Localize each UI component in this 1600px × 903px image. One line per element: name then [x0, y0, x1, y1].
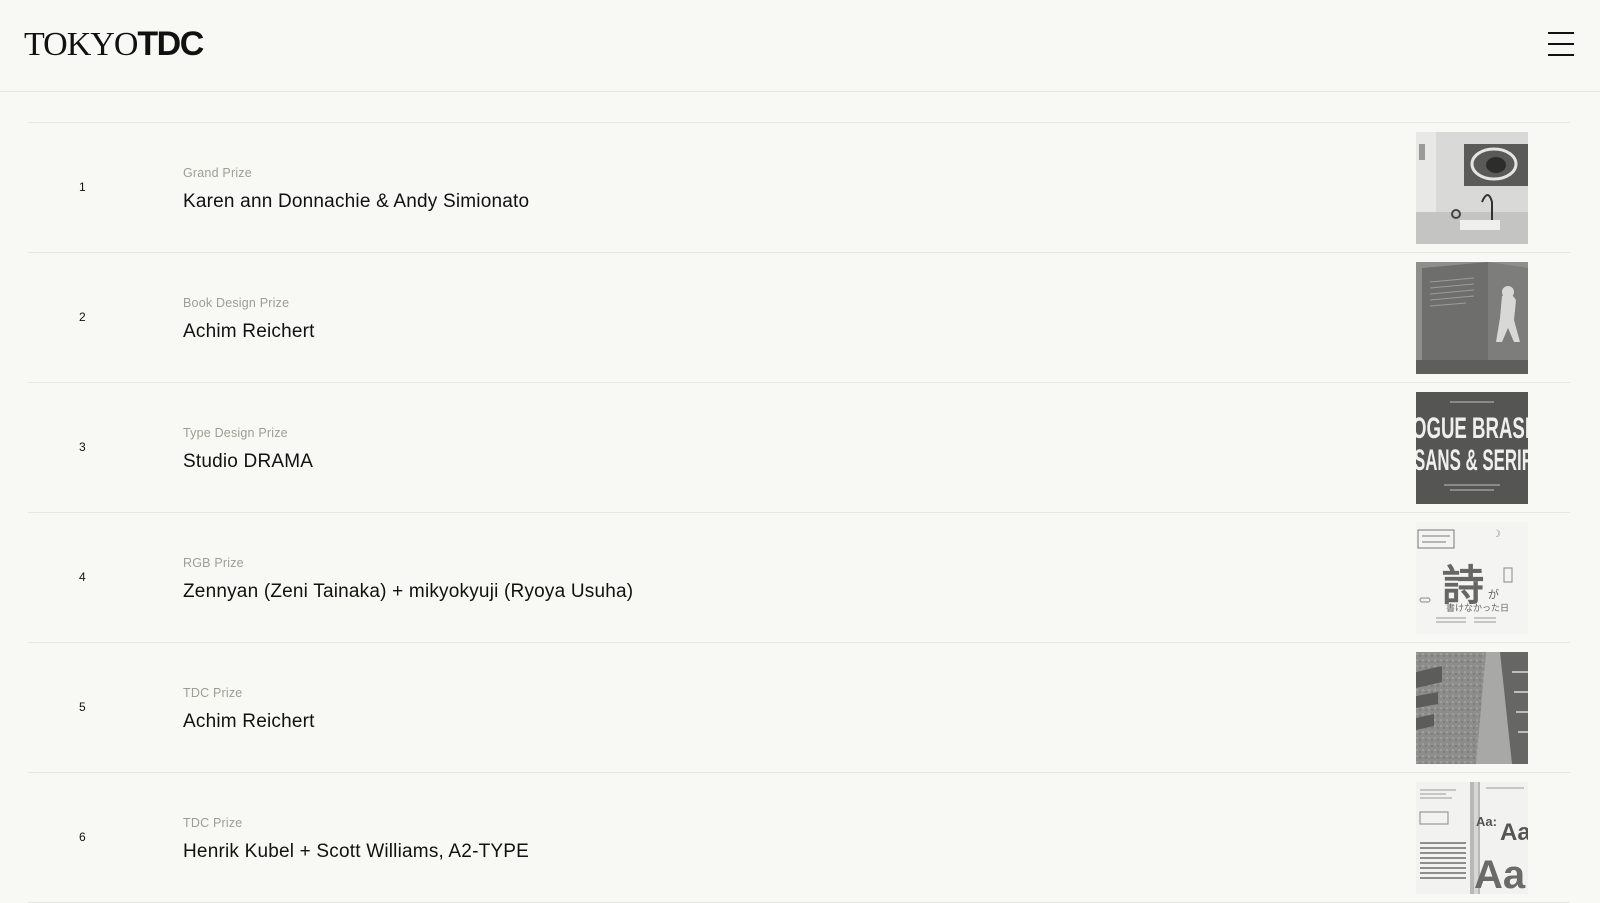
- rank-number: 1: [79, 180, 86, 194]
- winners-list: 1 Grand Prize Karen ann Donnachie & Andy…: [28, 122, 1570, 903]
- rank-number: 4: [79, 570, 86, 584]
- specimen-line-2: SANS & SERIF: [1416, 444, 1528, 477]
- winner-name[interactable]: Zennyan (Zeni Tainaka) + mikyokyuji (Ryo…: [183, 581, 633, 603]
- winner-name[interactable]: Achim Reichert: [183, 711, 315, 733]
- winner-row-3[interactable]: 3 Type Design Prize Studio DRAMA OGUE BR…: [28, 383, 1570, 513]
- site-header: TOKYOTDC: [0, 0, 1600, 92]
- spread-text-medium: Aa: [1500, 819, 1528, 846]
- svg-text:☽: ☽: [1492, 529, 1501, 540]
- rank-number: 2: [79, 310, 86, 324]
- logo-text-tokyo: TOKYO: [24, 26, 138, 63]
- winner-name[interactable]: Henrik Kubel + Scott Williams, A2-TYPE: [183, 841, 529, 863]
- prize-category: Type Design Prize: [183, 426, 288, 440]
- type-specimen-image[interactable]: OGUE BRASI SANS & SERIF: [1416, 392, 1528, 504]
- poster-ga: が: [1488, 587, 1499, 601]
- textured-book-image[interactable]: [1416, 652, 1528, 764]
- poster-kanji: 詩: [1442, 561, 1484, 610]
- poem-poster-image[interactable]: ☽ 詩 が 書けなかった日: [1416, 522, 1528, 634]
- specimen-line-1: OGUE BRASI: [1416, 412, 1528, 445]
- prize-category: Grand Prize: [183, 166, 252, 180]
- winner-name[interactable]: Studio DRAMA: [183, 451, 313, 473]
- prize-category: RGB Prize: [183, 556, 244, 570]
- poster-line: 書けなかった日: [1446, 602, 1509, 614]
- winner-row-1[interactable]: 1 Grand Prize Karen ann Donnachie & Andy…: [28, 123, 1570, 253]
- rank-number: 6: [79, 830, 86, 844]
- book-cover-image[interactable]: [1416, 262, 1528, 374]
- winner-row-2[interactable]: 2 Book Design Prize Achim Reichert: [28, 253, 1570, 383]
- prize-category: Book Design Prize: [183, 296, 290, 310]
- rank-number: 5: [79, 700, 86, 714]
- spread-text-small: Aa:: [1476, 814, 1497, 829]
- type-book-spread-image[interactable]: Aa: Aa Aa: [1416, 782, 1528, 894]
- winner-name[interactable]: Achim Reichert: [183, 321, 315, 343]
- rank-number: 3: [79, 440, 86, 454]
- gallery-installation-image[interactable]: [1416, 132, 1528, 244]
- winner-row-5[interactable]: 5 TDC Prize Achim Reichert: [28, 643, 1570, 773]
- logo-text-tdc: TDC: [137, 25, 204, 63]
- prize-category: TDC Prize: [183, 686, 243, 700]
- winner-row-4[interactable]: 4 RGB Prize Zennyan (Zeni Tainaka) + mik…: [28, 513, 1570, 643]
- prize-category: TDC Prize: [183, 816, 243, 830]
- spread-text-large: Aa: [1474, 853, 1526, 894]
- hamburger-menu-icon[interactable]: [1548, 32, 1574, 56]
- winner-name[interactable]: Karen ann Donnachie & Andy Simionato: [183, 191, 529, 213]
- site-logo[interactable]: TOKYOTDC: [24, 24, 204, 65]
- winner-row-6[interactable]: 6 TDC Prize Henrik Kubel + Scott William…: [28, 773, 1570, 903]
